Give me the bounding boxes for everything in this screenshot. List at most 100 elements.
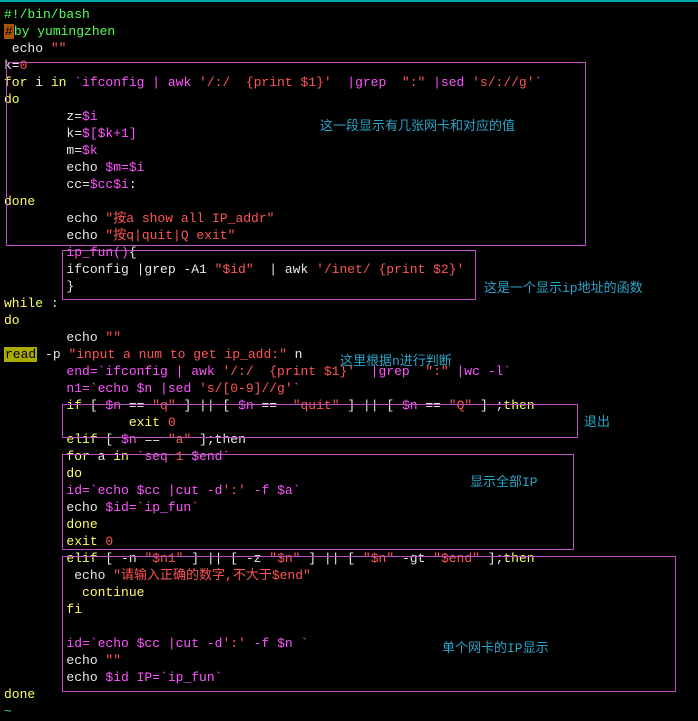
brace: { — [129, 245, 137, 260]
assign: z= — [4, 109, 82, 124]
echo: echo — [4, 160, 105, 175]
var: $n — [137, 381, 153, 396]
echo: echo — [4, 211, 105, 226]
var: $cc$i — [90, 177, 129, 192]
str: "$end" — [433, 551, 480, 566]
for-kw: for — [4, 75, 27, 90]
br: [ — [98, 432, 121, 447]
var: $i — [82, 109, 98, 124]
cmd: n1=`echo — [4, 381, 137, 396]
colon: : — [43, 296, 59, 311]
var: $n — [238, 398, 254, 413]
assign: cc= — [4, 177, 90, 192]
annotation-1: 这一段显示有几张网卡和对应的值 — [320, 118, 515, 135]
echo: echo — [4, 228, 105, 243]
num: 0 — [98, 534, 114, 549]
var: $end — [191, 449, 222, 464]
for-kw: for — [4, 449, 90, 464]
elif-kw: elif — [4, 551, 98, 566]
str: ':' — [222, 636, 245, 651]
var: $n — [402, 398, 418, 413]
done-kw: done — [4, 517, 98, 532]
func: ip_fun() — [4, 245, 129, 260]
str: "按q|quit|Q exit" — [105, 228, 235, 243]
annotation-4: 退出 — [584, 414, 610, 431]
var: a — [90, 449, 113, 464]
while-kw: while — [4, 296, 43, 311]
echo: echo — [4, 500, 105, 515]
cmd: |sed — [152, 381, 199, 396]
annotation-5: 显示全部IP — [470, 474, 538, 491]
grep-str: ":" — [402, 75, 425, 90]
str: "$n" — [363, 551, 394, 566]
var: $k — [82, 143, 98, 158]
elif-kw: elif — [4, 432, 98, 447]
fi-kw: fi — [4, 602, 82, 617]
cmd: -f — [246, 483, 277, 498]
str: "a" — [168, 432, 191, 447]
var: $id — [105, 500, 128, 515]
done-kw: done — [4, 687, 35, 702]
num: 0 — [160, 415, 176, 430]
echo: echo — [4, 670, 105, 685]
assign: k= — [4, 126, 82, 141]
cmd: -f — [246, 636, 277, 651]
awk-str: '/inet/ {print $2}' — [316, 262, 464, 277]
var: $n — [277, 636, 293, 651]
done-kw: done — [4, 194, 35, 209]
exit-kw: exit — [4, 534, 98, 549]
var: $n — [121, 432, 137, 447]
str: "$id" — [215, 262, 254, 277]
awk-str: '/:/ {print $1}' — [199, 75, 332, 90]
cmd: `ifconfig | awk — [66, 75, 199, 90]
do-kw: do — [4, 313, 20, 328]
str: "input a num to get ip_add:" — [68, 347, 286, 362]
brace: } — [4, 279, 74, 294]
cmd: ifconfig |grep -A1 — [4, 262, 215, 277]
cmd: =`ip_fun` — [129, 500, 199, 515]
br: ] ; — [472, 398, 503, 413]
str: "" — [105, 653, 121, 668]
var: $m=$i — [105, 160, 144, 175]
read-kw: read — [4, 347, 37, 362]
annotation-6: 单个网卡的IP显示 — [442, 640, 549, 657]
continue-kw: continue — [4, 585, 144, 600]
br: ];then — [191, 432, 246, 447]
cmd: id=`echo — [4, 636, 137, 651]
bt: ` — [293, 636, 309, 651]
str: "Q" — [449, 398, 472, 413]
var: $cc — [137, 483, 160, 498]
str: "quit" — [293, 398, 340, 413]
var: $id — [105, 670, 128, 685]
br: ] || [ — [301, 551, 363, 566]
br: ] || [ — [176, 398, 238, 413]
cmd: id=`echo — [4, 483, 137, 498]
eq: == — [121, 398, 152, 413]
br: [ -n — [98, 551, 145, 566]
var: $[$k+1] — [82, 126, 137, 141]
echo: echo — [4, 568, 113, 583]
str: "" — [105, 330, 121, 345]
str: "请输入正确的数字,不大于$end" — [113, 568, 311, 583]
str: "q" — [152, 398, 175, 413]
br: ] || [ -z — [183, 551, 269, 566]
annotation-2: 这是一个显示ip地址的函数 — [484, 280, 643, 297]
then-kw: then — [503, 398, 534, 413]
echo: echo — [4, 41, 51, 56]
eq: == — [418, 398, 449, 413]
k-assign: k= — [4, 58, 20, 73]
br: ] || [ — [340, 398, 402, 413]
for-var: i — [27, 75, 50, 90]
var: $cc — [137, 636, 160, 651]
exit-kw: exit — [4, 415, 160, 430]
by-comment: by yumingzhen — [14, 24, 115, 39]
do-kw: do — [4, 466, 82, 481]
var: $a — [277, 483, 293, 498]
echo: echo — [4, 653, 105, 668]
eof-tilde: ~ — [4, 704, 12, 719]
str: "$n" — [269, 551, 300, 566]
cmd: |cut -d — [160, 483, 222, 498]
cmd: |grep — [332, 75, 402, 90]
str: ':' — [222, 483, 245, 498]
bt: ` — [223, 449, 231, 464]
